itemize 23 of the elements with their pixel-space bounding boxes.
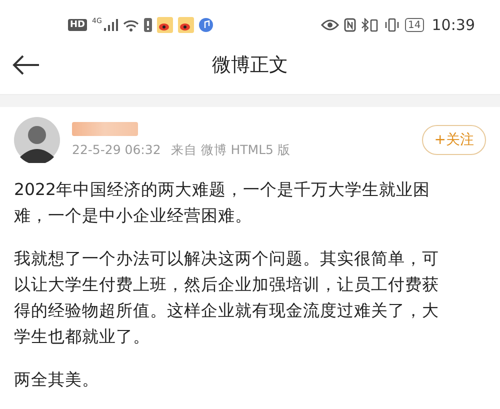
follow-button[interactable]: +关注 <box>422 125 486 155</box>
signal-icon <box>104 19 118 31</box>
post-paragraph: 两全其美。 <box>14 369 100 391</box>
post-paragraph: 2022年中国经济的两大难题，一个是千万大学生就业困难，一个是中小企业经营困难。 <box>14 179 431 227</box>
page-title: 微博正文 <box>212 53 288 78</box>
eye-app-icon <box>156 17 173 33</box>
bluetooth-icon <box>361 18 380 32</box>
blurred-username <box>72 122 138 136</box>
post-timestamp: 22-5-29 06:32 <box>72 142 161 158</box>
post-paragraph: 我就想了一个办法可以解决这两个问题。其实很简单，可以让大学生付费上班，然后企业加强培训，让员工付费获得的经验物超所值。这样企业就有现金流度过难关了，大学生也都就业了。 <box>14 248 440 348</box>
eye-icon <box>321 19 340 31</box>
vibrate-icon <box>384 18 400 32</box>
avatar <box>14 117 60 163</box>
music-icon <box>198 18 213 32</box>
wifi-icon <box>122 18 139 32</box>
battery-indicator: 14 <box>405 18 424 32</box>
hd-badge: HD <box>68 19 88 31</box>
alert-icon <box>144 18 152 32</box>
post-source: 来自 微博 HTML5 版 <box>170 142 290 158</box>
clock-time: 10:39 <box>432 16 475 34</box>
back-arrow-icon[interactable] <box>12 54 40 76</box>
nfc-icon <box>344 18 356 32</box>
eye-app-icon <box>178 17 194 33</box>
